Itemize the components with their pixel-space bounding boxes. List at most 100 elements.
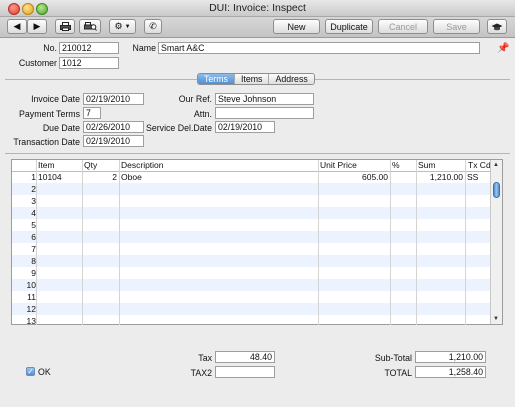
transaction-date-field[interactable]: 02/19/2010	[83, 135, 144, 147]
table-row[interactable]: 13	[12, 315, 492, 327]
tax2-field[interactable]	[215, 366, 275, 378]
service-del-date-label: Service Del.Date	[145, 123, 212, 133]
table-row[interactable]: 6	[12, 231, 492, 243]
table-row[interactable]: 3	[12, 195, 492, 207]
customer-number-field[interactable]: 1012	[59, 57, 119, 69]
service-del-date-field[interactable]: 02/19/2010	[215, 121, 275, 133]
chevron-down-icon: ▼	[124, 23, 131, 30]
table-row[interactable]: 11	[12, 291, 492, 303]
row-number: 3	[31, 196, 36, 206]
cancel-button[interactable]: Cancel	[378, 19, 428, 34]
ok-label: OK	[38, 367, 51, 377]
table-row[interactable]: 5	[12, 219, 492, 231]
our-ref-field[interactable]: Steve Johnson	[215, 93, 314, 105]
row-number: 2	[31, 184, 36, 194]
tax-field[interactable]: 48.40	[215, 351, 275, 363]
column-divider	[465, 160, 466, 325]
back-arrow-icon: ◀	[13, 21, 21, 31]
tab-terms[interactable]: Terms	[198, 74, 235, 84]
help-button[interactable]	[487, 19, 507, 34]
invoice-number-field[interactable]: 210012	[59, 42, 119, 54]
table-row[interactable]: 10	[12, 279, 492, 291]
items-table: 1 10104 2 Oboe 605.00 1,210.00 SS 2 3 4 5 6 7 8 9 10 11 1…	[11, 159, 503, 327]
table-header: Item Qty Description Unit Price % Sum Tx…	[12, 160, 492, 172]
table-row[interactable]: 4	[12, 207, 492, 219]
separator	[5, 153, 510, 154]
operations-menu-button[interactable]: ⚙ ▼	[109, 19, 136, 34]
column-header-percent[interactable]: %	[390, 160, 400, 170]
forward-arrow-icon: ▶	[33, 21, 41, 31]
duplicate-button[interactable]: Duplicate	[325, 19, 373, 34]
cell-sum[interactable]: 1,210.00	[417, 171, 463, 183]
forward-button[interactable]: ▶	[27, 19, 47, 34]
table-row[interactable]: 8	[12, 255, 492, 267]
table-row[interactable]: 12	[12, 303, 492, 315]
row-number: 1	[31, 172, 36, 182]
table-row[interactable]: 2	[12, 183, 492, 195]
row-number: 5	[31, 220, 36, 230]
printer-icon	[59, 22, 71, 31]
print-button[interactable]	[55, 19, 75, 34]
tab-address[interactable]: Address	[269, 74, 314, 84]
pin-icon[interactable]: 📌	[497, 43, 509, 54]
invoice-date-label: Invoice Date	[31, 94, 80, 104]
cell-item[interactable]: 10104	[38, 171, 81, 183]
tax2-label: TAX2	[190, 368, 212, 378]
column-header-unit-price[interactable]: Unit Price	[318, 160, 357, 170]
scrollbar-thumb[interactable]	[493, 182, 500, 198]
column-header-description[interactable]: Description	[119, 160, 164, 170]
row-number: 13	[26, 316, 36, 326]
table-row[interactable]: 7	[12, 243, 492, 255]
cell-unit-price[interactable]: 605.00	[319, 171, 388, 183]
attn-field[interactable]	[215, 107, 314, 119]
gear-icon: ⚙	[114, 21, 123, 31]
table-row[interactable]: 9	[12, 267, 492, 279]
column-header-qty[interactable]: Qty	[82, 160, 97, 170]
total-label: TOTAL	[384, 368, 412, 378]
payment-terms-label: Payment Terms	[19, 109, 80, 119]
back-button[interactable]: ◀	[7, 19, 27, 34]
toolbar: ◀ ▶ ⚙ ▼ ✆ New Duplicate Cancel Save	[0, 17, 515, 38]
graduation-cap-icon	[491, 23, 503, 30]
payment-terms-field[interactable]: 7	[83, 107, 101, 119]
scroll-up-icon[interactable]: ▲	[493, 162, 499, 168]
due-date-label: Due Date	[42, 123, 80, 133]
row-number: 9	[31, 268, 36, 278]
attn-label: Attn.	[193, 109, 212, 119]
save-button[interactable]: Save	[433, 19, 480, 34]
cell-tx-cd[interactable]: SS	[467, 171, 491, 183]
new-button[interactable]: New	[273, 19, 320, 34]
column-header-sum[interactable]: Sum	[416, 160, 435, 170]
ok-checkbox[interactable]: ✓	[26, 367, 35, 376]
column-divider	[119, 160, 120, 325]
total-field[interactable]: 1,258.40	[415, 366, 486, 378]
subtotal-field[interactable]: 1,210.00	[415, 351, 486, 363]
customer-label: Customer	[18, 58, 57, 68]
row-number: 7	[31, 244, 36, 254]
row-number: 11	[27, 292, 36, 302]
column-header-item[interactable]: Item	[36, 160, 55, 170]
name-label: Name	[132, 43, 156, 53]
our-ref-label: Our Ref.	[178, 94, 212, 104]
cell-qty[interactable]: 2	[83, 171, 117, 183]
cell-description[interactable]: Oboe	[121, 171, 316, 183]
column-divider	[82, 160, 83, 325]
table-row[interactable]: 1 10104 2 Oboe 605.00 1,210.00 SS	[12, 171, 492, 183]
column-divider	[36, 160, 37, 325]
column-divider	[416, 160, 417, 325]
phone-button[interactable]: ✆	[144, 19, 162, 34]
due-date-field[interactable]: 02/26/2010	[83, 121, 144, 133]
customer-name-field[interactable]: Smart A&C	[158, 42, 480, 54]
scroll-down-icon[interactable]: ▼	[493, 316, 499, 322]
print-preview-icon	[83, 22, 97, 31]
print-preview-button[interactable]	[79, 19, 101, 34]
tab-items[interactable]: Items	[234, 74, 270, 84]
row-number: 4	[31, 208, 36, 218]
column-header-tx-cd[interactable]: Tx Cd	[466, 160, 491, 170]
tax-label: Tax	[198, 353, 212, 363]
table-scrollbar[interactable]: ▲ ▼	[490, 160, 502, 324]
no-label: No.	[43, 43, 57, 53]
invoice-date-field[interactable]: 02/19/2010	[83, 93, 144, 105]
row-number: 10	[26, 280, 36, 290]
tab-bar: Terms Items Address	[197, 73, 315, 85]
